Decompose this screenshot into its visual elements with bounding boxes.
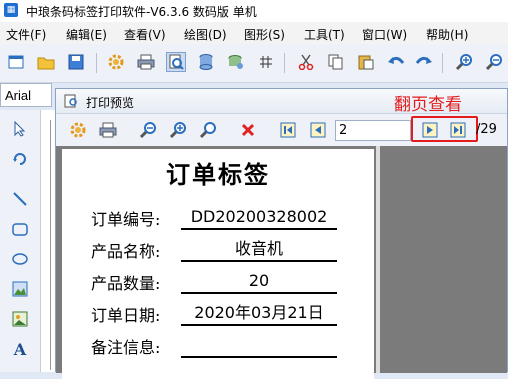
new-icon[interactable] [6, 52, 26, 72]
save-icon[interactable] [66, 52, 86, 72]
toolbar-divider [442, 53, 443, 73]
close-icon[interactable] [238, 120, 258, 140]
print-preview-toolbar: /29 [56, 114, 507, 147]
preview-divider [376, 146, 380, 373]
menu-shape[interactable]: 图形(S) [244, 26, 285, 43]
main-toolbar [0, 44, 508, 83]
copy-icon[interactable] [326, 52, 346, 72]
paste-icon[interactable] [356, 52, 376, 72]
label-row-key: 订单编号: [91, 210, 161, 229]
label-title: 订单标签 [166, 160, 270, 189]
menu-view[interactable]: 查看(V) [124, 26, 166, 43]
font-family-select[interactable]: Arial [0, 83, 52, 107]
print-preview-window: 打印预览 翻页查看 /29 订单标签 订单编号: DD20200328002 产… [55, 88, 508, 379]
print-preview-titlebar: 打印预览 翻页查看 [56, 89, 507, 115]
label-row-key: 订单日期: [91, 306, 161, 325]
toolbar-divider [284, 53, 285, 73]
menu-draw[interactable]: 绘图(D) [184, 26, 227, 43]
print-icon[interactable] [98, 120, 118, 140]
menu-help[interactable]: 帮助(H) [426, 26, 468, 43]
left-tool-palette: A [0, 110, 41, 372]
ellipse-tool-icon[interactable] [9, 248, 31, 270]
preview-area: 订单标签 订单编号: DD20200328002 产品名称: 收音机 产品数量:… [56, 146, 507, 379]
font-family-value: Arial [5, 88, 32, 103]
label-row-value: DD20200328002 [181, 206, 337, 230]
open-folder-icon[interactable] [36, 52, 56, 72]
preview-window-icon [64, 94, 78, 108]
label-row-key: 备注信息: [91, 338, 161, 357]
label-row-value [181, 334, 337, 358]
settings-gear-icon[interactable] [106, 52, 126, 72]
app-logo-icon: ▦ [4, 3, 18, 17]
database-icon[interactable] [196, 52, 216, 72]
label-page: 订单标签 订单编号: DD20200328002 产品名称: 收音机 产品数量:… [62, 149, 374, 379]
menu-file[interactable]: 文件(F) [6, 26, 46, 43]
image-tool-icon[interactable] [9, 278, 31, 300]
menu-tools[interactable]: 工具(T) [304, 26, 345, 43]
page-number-input[interactable] [335, 120, 411, 141]
zoom-out-icon[interactable] [138, 120, 158, 140]
print-settings-gear-icon[interactable] [68, 120, 88, 140]
vertical-ruler [44, 120, 51, 370]
database-settings-icon[interactable] [226, 52, 246, 72]
undo-icon[interactable] [386, 52, 406, 72]
zoom-in-icon[interactable] [168, 120, 188, 140]
menu-edit[interactable]: 编辑(E) [66, 26, 107, 43]
app-titlebar: ▦ 中琅条码标签打印软件-V6.3.6 数码版 单机 [0, 0, 508, 23]
zoom-out-icon[interactable] [484, 52, 504, 72]
first-page-icon[interactable] [278, 120, 298, 140]
zoom-fit-icon[interactable] [198, 120, 218, 140]
grid-icon[interactable] [256, 52, 276, 72]
label-row-value: 20 [181, 270, 337, 294]
menu-window[interactable]: 窗口(W) [362, 26, 407, 43]
print-preview-icon[interactable] [166, 52, 186, 72]
print-preview-title: 打印预览 [86, 96, 135, 110]
rotate-icon[interactable] [9, 148, 31, 170]
picture-tool-icon[interactable] [9, 308, 31, 330]
zoom-in-icon[interactable] [454, 52, 474, 72]
page-turn-annotation: 翻页查看 [394, 95, 462, 115]
label-row-key: 产品数量: [91, 274, 161, 293]
page-total: /29 [476, 122, 497, 137]
rounded-rect-tool-icon[interactable] [9, 218, 31, 240]
label-row-value: 收音机 [181, 238, 337, 262]
line-tool-icon[interactable] [9, 188, 31, 210]
text-tool-icon[interactable]: A [9, 338, 31, 360]
menu-bar: 文件(F) 编辑(E) 查看(V) 绘图(D) 图形(S) 工具(T) 窗口(W… [0, 22, 508, 44]
print-icon[interactable] [136, 52, 156, 72]
label-row-key: 产品名称: [91, 242, 161, 261]
page-nav-highlight [411, 116, 478, 142]
redo-icon[interactable] [414, 52, 434, 72]
select-arrow-icon[interactable] [9, 118, 31, 140]
toolbar-divider [96, 53, 97, 73]
previous-page-icon[interactable] [308, 120, 328, 140]
app-title: 中琅条码标签打印软件-V6.3.6 数码版 单机 [26, 5, 257, 19]
cut-icon[interactable] [296, 52, 316, 72]
label-row-value: 2020年03月21日 [181, 302, 337, 326]
